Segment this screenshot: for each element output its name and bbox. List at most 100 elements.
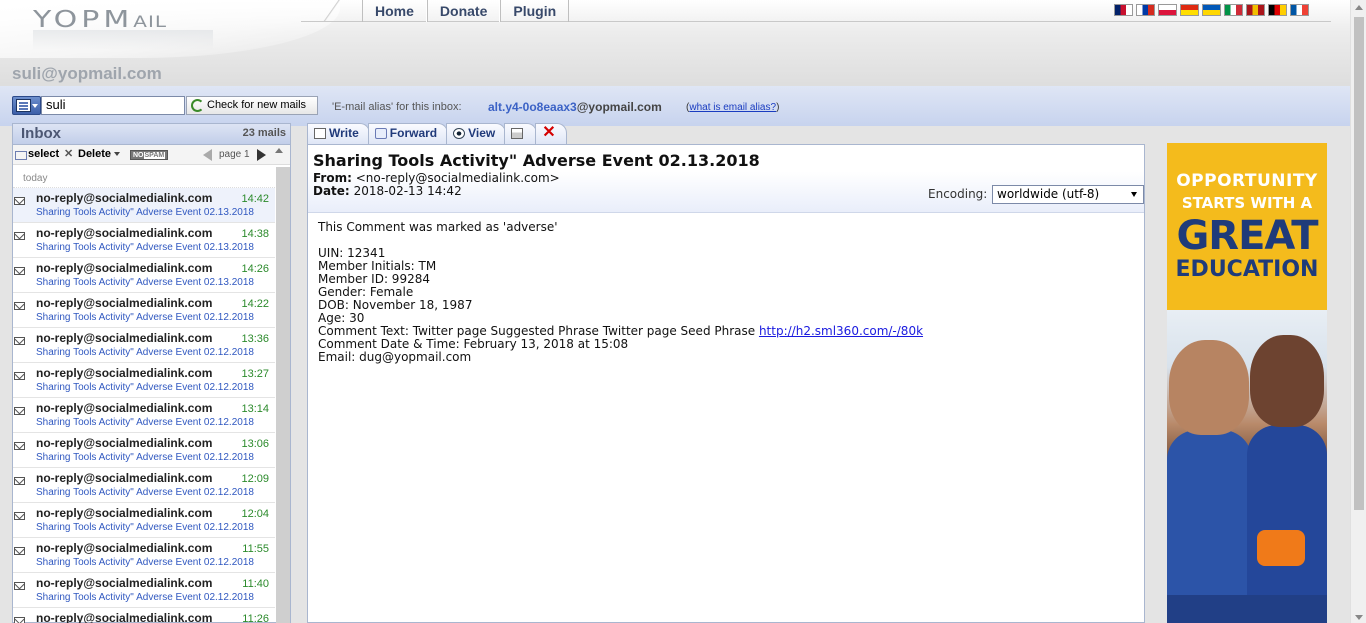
ad-banner-bottom <box>1167 595 1327 623</box>
mail-list-item[interactable]: no-reply@socialmedialink.com11:26Sharing… <box>13 608 275 623</box>
mail-time: 14:22 <box>241 298 269 310</box>
nospam-no: NO <box>133 152 144 159</box>
uk-flag-icon[interactable] <box>1114 4 1133 16</box>
mail-subject: Sharing Tools Activity" Adverse Event 02… <box>36 557 254 568</box>
print-tab[interactable] <box>504 123 538 144</box>
envelope-icon <box>14 267 25 275</box>
mail-subject: Sharing Tools Activity" Adverse Event 02… <box>36 417 254 428</box>
mail-subject: Sharing Tools Activity" Adverse Event 02… <box>36 452 254 463</box>
view-label: View <box>468 126 496 140</box>
mail-from: no-reply@socialmedialink.com <box>36 541 213 555</box>
mail-list-item[interactable]: no-reply@socialmedialink.com 12:04 Sharing… <box>13 503 275 538</box>
mail-list-item[interactable]: no-reply@socialmedialink.com 13:27 Sharing… <box>13 363 275 398</box>
mail-list-scrollbar[interactable] <box>276 167 290 623</box>
ukraine-flag-icon[interactable] <box>1202 4 1221 16</box>
write-tab[interactable]: Write <box>307 123 370 144</box>
mail-list-item[interactable]: no-reply@socialmedialink.com 13:06 Sharing… <box>13 433 275 468</box>
mail-time: 13:06 <box>241 438 269 450</box>
inbox-panel: Inbox 23 mails select Delete NOSPAM page… <box>12 123 291 623</box>
delete-button[interactable]: Delete <box>64 147 121 160</box>
mail-list-item[interactable]: no-reply@socialmedialink.com 11:40 Sharing… <box>13 573 275 608</box>
mail-subject: Sharing Tools Activity" Adverse Event 02… <box>36 592 254 603</box>
ad-child-shirt <box>1247 425 1327 595</box>
select-button[interactable]: select <box>15 148 59 160</box>
envelope-icon <box>14 197 25 205</box>
mail-subject: Sharing Tools Activity" Adverse Event 02… <box>36 312 254 323</box>
russia-flag-icon[interactable] <box>1136 4 1155 16</box>
delete-mail-tab[interactable]: ✕ <box>535 123 567 144</box>
mail-from: no-reply@socialmedialink.com <box>36 261 213 275</box>
mail-list-item[interactable]: no-reply@socialmedialink.com 14:38 Sharing… <box>13 223 275 258</box>
message-body-line <box>318 234 923 247</box>
mail-from: no-reply@socialmedialink.com <box>36 401 213 415</box>
china-flag-icon[interactable] <box>1180 4 1199 16</box>
scroll-down-icon[interactable] <box>1355 615 1363 620</box>
mail-subject: Sharing Tools Activity" Adverse Event 02… <box>36 242 254 253</box>
scroll-up-icon[interactable] <box>1355 5 1363 10</box>
encoding-select[interactable]: worldwide (utf-8) <box>992 185 1144 204</box>
mail-time: 14:26 <box>241 263 269 275</box>
ad-line-2: STARTS WITH A <box>1181 194 1313 212</box>
envelope-icon <box>14 512 25 520</box>
advertisement[interactable]: OPPORTUNITY STARTS WITH A GREAT EDUCATIO… <box>1167 143 1327 623</box>
inbox-menu-button[interactable] <box>12 96 41 115</box>
page-scrollbar[interactable] <box>1350 0 1366 623</box>
scroll-up-icon[interactable] <box>275 148 283 153</box>
alias-help: (what is email alias?) <box>686 102 779 113</box>
mail-subject: Sharing Tools Activity" Adverse Event 02… <box>36 347 254 358</box>
poland-flag-icon[interactable] <box>1158 4 1177 16</box>
write-icon <box>314 128 326 139</box>
mail-from: no-reply@socialmedialink.com <box>36 366 213 380</box>
ad-line-3: GREAT <box>1176 213 1318 259</box>
check-mails-button[interactable]: Check for new mails <box>186 96 318 115</box>
mail-time: 14:38 <box>241 228 269 240</box>
chevron-down-icon <box>1131 192 1137 197</box>
mail-time: 13:27 <box>241 368 269 380</box>
italy-flag-icon[interactable] <box>1224 4 1243 16</box>
forward-tab[interactable]: Forward <box>367 123 449 144</box>
spain-flag-icon[interactable] <box>1246 4 1265 16</box>
mail-list-item[interactable]: no-reply@socialmedialink.com 11:55 Sharing… <box>13 538 275 573</box>
mail-list-item[interactable]: no-reply@socialmedialink.com 14:26 Sharing… <box>13 258 275 293</box>
message-body-line: This Comment was marked as 'adverse' <box>318 220 558 234</box>
alias-help-link[interactable]: what is email alias? <box>689 102 776 113</box>
eye-icon <box>453 128 466 139</box>
view-tab[interactable]: View <box>446 123 507 144</box>
encoding-value: worldwide (utf-8) <box>997 187 1100 201</box>
mail-list-item[interactable]: no-reply@socialmedialink.com 14:22 Sharing… <box>13 293 275 328</box>
comment-link[interactable]: http://h2.sml360.com/-/80k <box>759 324 923 338</box>
inbox-count: 23 mails <box>242 127 286 139</box>
scrollbar-thumb[interactable] <box>1354 17 1364 510</box>
message-body: This Comment was marked as 'adverse' UIN:… <box>318 221 923 364</box>
nav-donate-link[interactable]: Donate <box>426 0 501 22</box>
message-body-line: Email: dug@yopmail.com <box>318 350 472 364</box>
forward-label: Forward <box>389 126 438 140</box>
alias-domain-part: @yopmail.com <box>576 100 662 114</box>
printer-icon <box>511 128 524 139</box>
page-prev-icon[interactable] <box>203 149 212 161</box>
message-panel: Sharing Tools Activity" Adverse Event 02… <box>307 144 1145 623</box>
delete-icon: ✕ <box>542 124 556 141</box>
logo-reflection <box>33 30 213 50</box>
envelope-icon <box>14 232 25 240</box>
alias-address: alt.y4-0o8eaax3@yopmail.com <box>488 100 662 114</box>
delete-label: Delete <box>78 148 112 160</box>
nav-plugin-link[interactable]: Plugin <box>500 0 570 22</box>
mail-list-item[interactable]: no-reply@socialmedialink.com 13:36 Sharing… <box>13 328 275 363</box>
mail-list-item[interactable]: no-reply@socialmedialink.com 13:14 Sharing… <box>13 398 275 433</box>
mail-list-item[interactable]: no-reply@socialmedialink.com 12:09 Sharing… <box>13 468 275 503</box>
login-input[interactable]: suli <box>41 96 185 115</box>
germany-flag-icon[interactable] <box>1268 4 1287 16</box>
select-label: select <box>28 148 60 160</box>
message-subject: Sharing Tools Activity" Adverse Event 02… <box>313 151 760 170</box>
envelope-icon <box>14 547 25 555</box>
ad-child-face <box>1169 340 1249 435</box>
inbox-tools: select Delete NOSPAM page 1 <box>13 145 290 165</box>
mail-time: 11:26 <box>242 613 269 623</box>
alias-label: 'E-mail alias' for this inbox: <box>332 101 462 113</box>
page-next-icon[interactable] <box>257 149 266 161</box>
nav-home-link[interactable]: Home <box>362 0 427 22</box>
france-flag-icon[interactable] <box>1290 4 1309 16</box>
nospam-button[interactable]: NOSPAM <box>130 150 169 160</box>
mail-list-item[interactable]: no-reply@socialmedialink.com 14:42 Sharing… <box>13 188 275 223</box>
